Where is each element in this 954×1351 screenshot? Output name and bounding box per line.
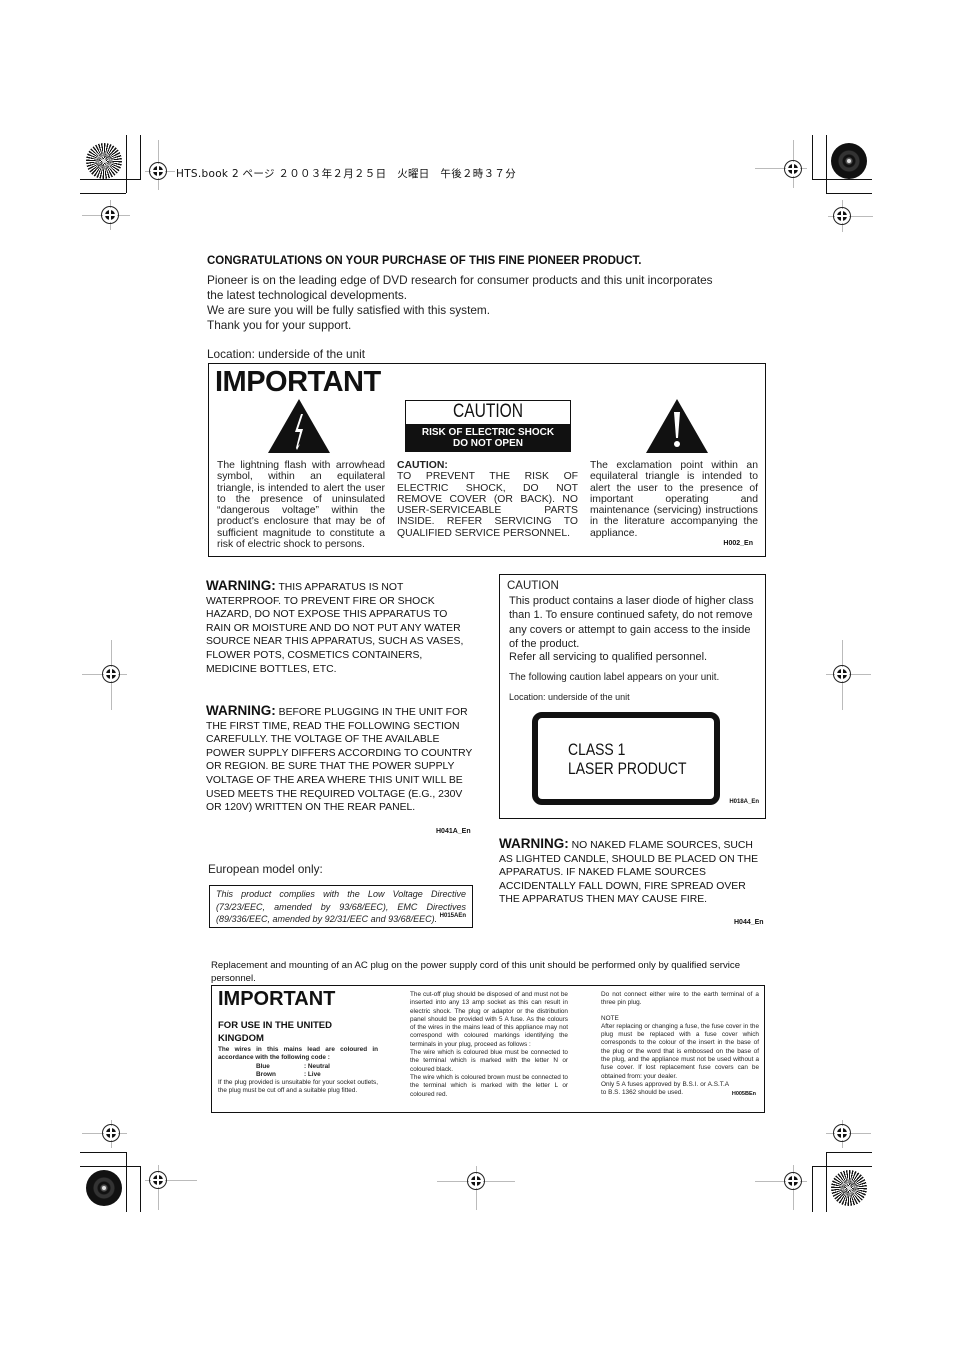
registration-star-icon [86, 143, 122, 179]
class1-laser-label: CLASS 1 LASER PRODUCT [532, 712, 720, 805]
code-label: H015AEn [439, 912, 466, 919]
uk-subtitle: FOR USE IN THE UNITED KINGDOM [218, 1020, 333, 1044]
crosshair-icon [102, 1124, 120, 1142]
uk-important-box: IMPORTANT FOR USE IN THE UNITED KINGDOM … [211, 985, 765, 1113]
ac-plug-note: Replacement and mounting of an AC plug o… [211, 960, 741, 984]
intro-line: We are sure you will be fully satisfied … [207, 303, 491, 317]
note-label: NOTE [601, 1014, 619, 1022]
warning-text: THIS APPARATUS IS NOT WATERPROOF. TO PRE… [206, 582, 464, 675]
intro-line: Pioneer is on the leading edge of DVD re… [207, 273, 713, 287]
crosshair-icon [101, 206, 119, 224]
uk-left-column: The wires in this mains lead are coloure… [218, 1046, 378, 1096]
crosshair-icon [833, 1124, 851, 1142]
registration-star-icon [86, 1170, 122, 1206]
caution-label-title: CAUTION [452, 401, 524, 422]
crop-mark [126, 135, 127, 193]
uk-important-title: IMPORTANT [218, 988, 336, 1010]
european-compliance-box: This product complies with the Low Volta… [209, 885, 473, 928]
laser-refer-text: Refer all servicing to qualified personn… [509, 651, 708, 663]
laser-caution-box: CAUTION This product contains a laser di… [499, 574, 766, 819]
code-label: H002_En [723, 540, 753, 547]
exclamation-mark-icon [674, 412, 680, 447]
crosshair-icon [784, 1172, 802, 1190]
important-title: IMPORTANT [215, 366, 381, 398]
crosshair-icon [149, 1171, 167, 1189]
crosshair-icon [833, 207, 851, 225]
wire-row: Blue: Neutral [256, 1062, 330, 1070]
warning-text: BEFORE PLUGGING IN THE UNIT FOR THE FIRS… [206, 707, 473, 814]
important-safety-box: IMPORTANT CAUTION RISK OF ELECTRIC SHOCK… [208, 363, 766, 557]
warning-label: WARNING: [206, 578, 276, 593]
warning-flame: WARNING: NO NAKED FLAME SOURCES, SUCH AS… [499, 837, 767, 907]
wire-row: Brown: Live [256, 1070, 321, 1078]
warning-waterproof: WARNING: THIS APPARATUS IS NOT WATERPROO… [206, 579, 468, 676]
crop-mark [80, 179, 140, 180]
caution-heading: CAUTION: [397, 460, 448, 471]
warning-label: WARNING: [499, 836, 569, 851]
uk-middle-column: The cut-off plug should be disposed of a… [410, 991, 568, 1098]
caution-label-warning: RISK OF ELECTRIC SHOCK DO NOT OPEN [406, 424, 570, 451]
caution-column: CAUTION: TO PREVENT THE RISK OF ELECTRIC… [397, 460, 578, 539]
caution-text: TO PREVENT THE RISK OF ELECTRIC SHOCK, D… [397, 471, 578, 539]
code-label: H005BEn [731, 1091, 756, 1097]
crosshair-icon [102, 665, 120, 683]
registration-star-icon [831, 1170, 867, 1206]
crop-mark [140, 135, 141, 180]
intro-line: Thank you for your support. [207, 318, 352, 332]
caution-shock-label: CAUTION RISK OF ELECTRIC SHOCK DO NOT OP… [405, 400, 571, 452]
lightning-explanation: The lightning flash with arrowhead symbo… [217, 460, 385, 551]
code-label: H044_En [734, 919, 764, 926]
unsuitable-plug-text: If the plug provided is unsuitable for y… [218, 1079, 378, 1095]
uk-right-column: Do not connect either wire to the earth … [601, 991, 759, 1097]
laser-label-line1: CLASS 1 [568, 740, 626, 759]
lightning-bolt-icon [294, 414, 303, 450]
laser-caution-heading: CAUTION [507, 580, 559, 592]
registration-star-icon [831, 143, 867, 179]
crosshair-icon [149, 162, 167, 180]
wires-intro: The wires in this mains lead are coloure… [218, 1046, 378, 1062]
crosshair-icon [467, 1172, 485, 1190]
compliance-text: This product complies with the Low Volta… [216, 889, 466, 924]
laser-following-text: The following caution label appears on y… [509, 672, 720, 683]
warning-power: WARNING: BEFORE PLUGGING IN THE UNIT FOR… [206, 704, 478, 815]
warning-label: WARNING: [206, 703, 276, 718]
exclamation-explanation: The exclamation point within an equilate… [590, 460, 758, 539]
crosshair-icon [784, 160, 802, 178]
code-label: H018A_En [729, 799, 759, 805]
intro-line: the latest technological developments. [207, 288, 408, 302]
laser-label-line2: LASER PRODUCT [568, 759, 687, 778]
congratulations-heading: CONGRATULATIONS ON YOUR PURCHASE OF THIS… [207, 255, 642, 267]
intro-text: Pioneer is on the leading edge of DVD re… [207, 273, 767, 333]
laser-caution-text: This product contains a laser diode of h… [509, 595, 754, 650]
crop-mark [80, 193, 126, 194]
location-label: Location: underside of the unit [207, 347, 366, 361]
print-header: HTS.book 2 ページ ２００３年２月２５日 火曜日 午後２時３７分 [176, 168, 516, 180]
laser-location-text: Location: underside of the unit [509, 692, 630, 702]
code-label: H041A_En [436, 828, 471, 835]
european-model-label: European model only: [208, 862, 323, 876]
crosshair-icon [833, 665, 851, 683]
